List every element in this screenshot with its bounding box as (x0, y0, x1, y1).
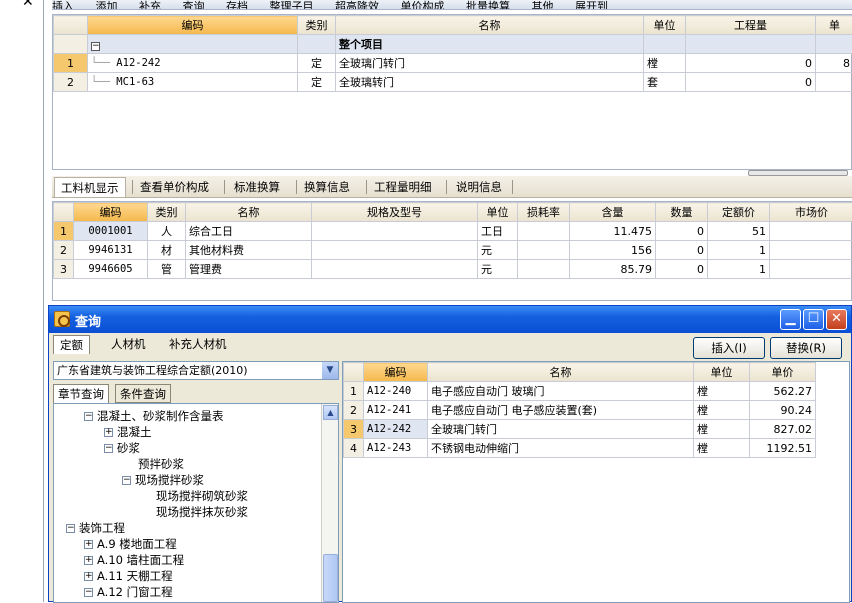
scroll-up-icon[interactable]: ▲ (323, 405, 338, 420)
table-row[interactable]: 2 A12-241 电子感应自动门 电子感应装置(套) 樘 90.24 (344, 401, 816, 420)
tree-node[interactable]: −砂浆 (104, 440, 140, 456)
col-spec[interactable]: 规格及型号 (312, 203, 478, 222)
tree-node[interactable]: −装饰工程 (66, 520, 125, 536)
table-row[interactable]: 4 A12-243 不锈钢电动伸缩门 樘 1192.51 (344, 439, 816, 458)
expand-icon[interactable]: + (84, 556, 93, 565)
tab-supplement-labor-material[interactable]: 补充人材机 (163, 335, 233, 354)
tree-scrollbar[interactable]: ▲ (321, 404, 338, 603)
group-label: 整个项目 (336, 35, 644, 54)
toolbar-archive[interactable]: 存档 (226, 0, 248, 10)
group-row[interactable]: − 整个项目 (54, 35, 852, 54)
query-window-icon (54, 311, 70, 327)
col-market-price[interactable]: 市场价 (770, 203, 852, 222)
tab-labor-material[interactable]: 人材机 (105, 335, 152, 354)
collapse-icon[interactable]: − (122, 476, 131, 485)
tree-node[interactable]: 现场搅拌砌筑砂浆 (156, 488, 248, 504)
table-row[interactable]: 1 A12-240 电子感应自动门 玻璃门 樘 562.27 (344, 382, 816, 401)
tree-node[interactable]: +A.11 天棚工程 (84, 568, 173, 584)
col-unit[interactable]: 单位 (644, 16, 686, 35)
insert-button[interactable]: 插入(I) (693, 337, 765, 359)
collapse-icon[interactable]: − (91, 42, 100, 51)
collapse-icon[interactable]: − (104, 444, 113, 453)
col-content[interactable]: 含量 (570, 203, 656, 222)
col-name[interactable]: 名称 (428, 363, 694, 382)
table-row[interactable]: 3 A12-242 全玻璃门转门 樘 827.02 (344, 420, 816, 439)
tree-node[interactable]: −A.12 门窗工程 (84, 584, 173, 600)
col-loss-rate[interactable]: 损耗率 (518, 203, 570, 222)
table-row[interactable]: 1 └── A12-242 定 全玻璃门转门 樘 0 8 (54, 54, 852, 73)
minimize-button[interactable]: ▁ (780, 309, 801, 330)
quota-library-select[interactable]: 广东省建筑与装饰工程综合定额(2010) ▼ (53, 361, 339, 380)
col-unit-price[interactable]: 单价 (750, 363, 816, 382)
tree-node[interactable]: −现场搅拌砂浆 (122, 472, 204, 488)
tab-quantity-detail[interactable]: 工程量明细 (368, 177, 438, 197)
table-row[interactable]: 1 0001001 人 综合工日 工日 11.475 0 51 (54, 222, 852, 241)
toolbar-query[interactable]: 查询 (183, 0, 205, 10)
tab-labor-material[interactable]: 工料机显示 (54, 177, 126, 197)
quota-items-grid: 编码 类别 名称 单位 工程量 单 − 整个项目 1 └── A12-242 定… (52, 14, 852, 170)
toolbar-add[interactable]: 添加 (96, 0, 118, 10)
col-unit-price[interactable]: 单 (816, 16, 852, 35)
toolbar-other[interactable]: 其他 (532, 0, 554, 10)
tab-condition-query[interactable]: 条件查询 (115, 384, 171, 403)
collapse-icon[interactable]: − (66, 524, 75, 533)
maximize-button[interactable]: ☐ (803, 309, 824, 330)
table-row[interactable]: 3 9946605 管 管理费 元 85.79 0 1 (54, 260, 852, 279)
tab-conversion-info[interactable]: 换算信息 (298, 177, 356, 197)
toolbar-supplement[interactable]: 补充 (139, 0, 161, 10)
close-icon[interactable]: ✕ (22, 0, 34, 10)
col-type[interactable]: 类别 (148, 203, 186, 222)
col-quantity[interactable]: 数量 (656, 203, 708, 222)
toolbar-insert[interactable]: 插入 (52, 0, 74, 10)
col-code[interactable]: 编码 (74, 203, 148, 222)
detail-tabs: 工料机显示 查看单价构成 标准换算 换算信息 工程量明细 说明信息 (52, 176, 852, 198)
col-code[interactable]: 编码 (88, 16, 298, 35)
chapter-tree: −混凝土、砂浆制作含量表 +混凝土 −砂浆 预拌砂浆 −现场搅拌砂浆 现场搅拌砌… (53, 403, 339, 603)
tree-node[interactable]: 现场搅拌抹灰砂浆 (156, 504, 248, 520)
tree-node[interactable]: −混凝土、砂浆制作含量表 (84, 408, 224, 424)
collapse-icon[interactable]: − (84, 588, 93, 597)
col-name[interactable]: 名称 (186, 203, 312, 222)
col-unit[interactable]: 单位 (694, 363, 750, 382)
close-button[interactable]: ✕ (826, 309, 847, 330)
tree-node[interactable]: +A.9 楼地面工程 (84, 536, 177, 552)
quota-result-grid: 编码 名称 单位 单价 1 A12-240 电子感应自动门 玻璃门 樘 562.… (342, 361, 850, 603)
toolbar-height-reduction[interactable]: 超高降效 (335, 0, 379, 10)
expand-icon[interactable]: + (84, 540, 93, 549)
tab-standard-conversion[interactable]: 标准换算 (228, 177, 286, 197)
query-dialog: 查询 ▁ ☐ ✕ 定额 人材机 补充人材机 插入(I) 替换(R) 广东省建筑与… (48, 305, 852, 602)
table-row[interactable]: 2 9946131 材 其他材料费 元 156 0 1 (54, 241, 852, 260)
col-unit[interactable]: 单位 (478, 203, 518, 222)
expand-icon[interactable]: + (104, 428, 113, 437)
tab-quota[interactable]: 定额 (53, 335, 90, 354)
dialog-titlebar[interactable]: 查询 ▁ ☐ ✕ (49, 306, 851, 333)
col-name[interactable]: 名称 (336, 16, 644, 35)
tab-notes[interactable]: 说明信息 (450, 177, 508, 197)
tab-chapter-query[interactable]: 章节查询 (53, 384, 109, 403)
labor-material-grid: 编码 类别 名称 规格及型号 单位 损耗率 含量 数量 定额价 市场价 1 00… (52, 201, 852, 301)
toolbar-expand-to[interactable]: 展开到 (575, 0, 608, 10)
col-type[interactable]: 类别 (298, 16, 336, 35)
replace-button[interactable]: 替换(R) (770, 337, 842, 359)
expand-icon[interactable]: + (84, 572, 93, 581)
tab-price-composition[interactable]: 查看单价构成 (134, 177, 215, 197)
tree-node[interactable]: +混凝土 (104, 424, 152, 440)
col-quota-price[interactable]: 定额价 (708, 203, 770, 222)
col-code[interactable]: 编码 (364, 363, 428, 382)
table-row[interactable]: 2 └── MC1-63 定 全玻璃转门 套 0 (54, 73, 852, 92)
left-panel-strip: ✕ (0, 0, 44, 10)
toolbar-price-composition[interactable]: 单价构成 (401, 0, 445, 10)
tree-node[interactable]: 预拌砂浆 (138, 456, 184, 472)
toolbar-organize[interactable]: 整理子目 (270, 0, 314, 10)
toolbar-batch-convert[interactable]: 批量换算 (466, 0, 510, 10)
collapse-icon[interactable]: − (84, 412, 93, 421)
left-divider (43, 0, 44, 602)
dialog-title: 查询 (75, 311, 101, 330)
main-toolbar: 插入 添加 补充 查询 存档 整理子目 超高降效 单价构成 批量换算 其他 展开… (52, 0, 852, 10)
scroll-thumb[interactable] (323, 554, 338, 602)
chevron-down-icon[interactable]: ▼ (322, 362, 338, 379)
tree-node[interactable]: +A.10 墙柱面工程 (84, 552, 184, 568)
col-quantity[interactable]: 工程量 (686, 16, 816, 35)
